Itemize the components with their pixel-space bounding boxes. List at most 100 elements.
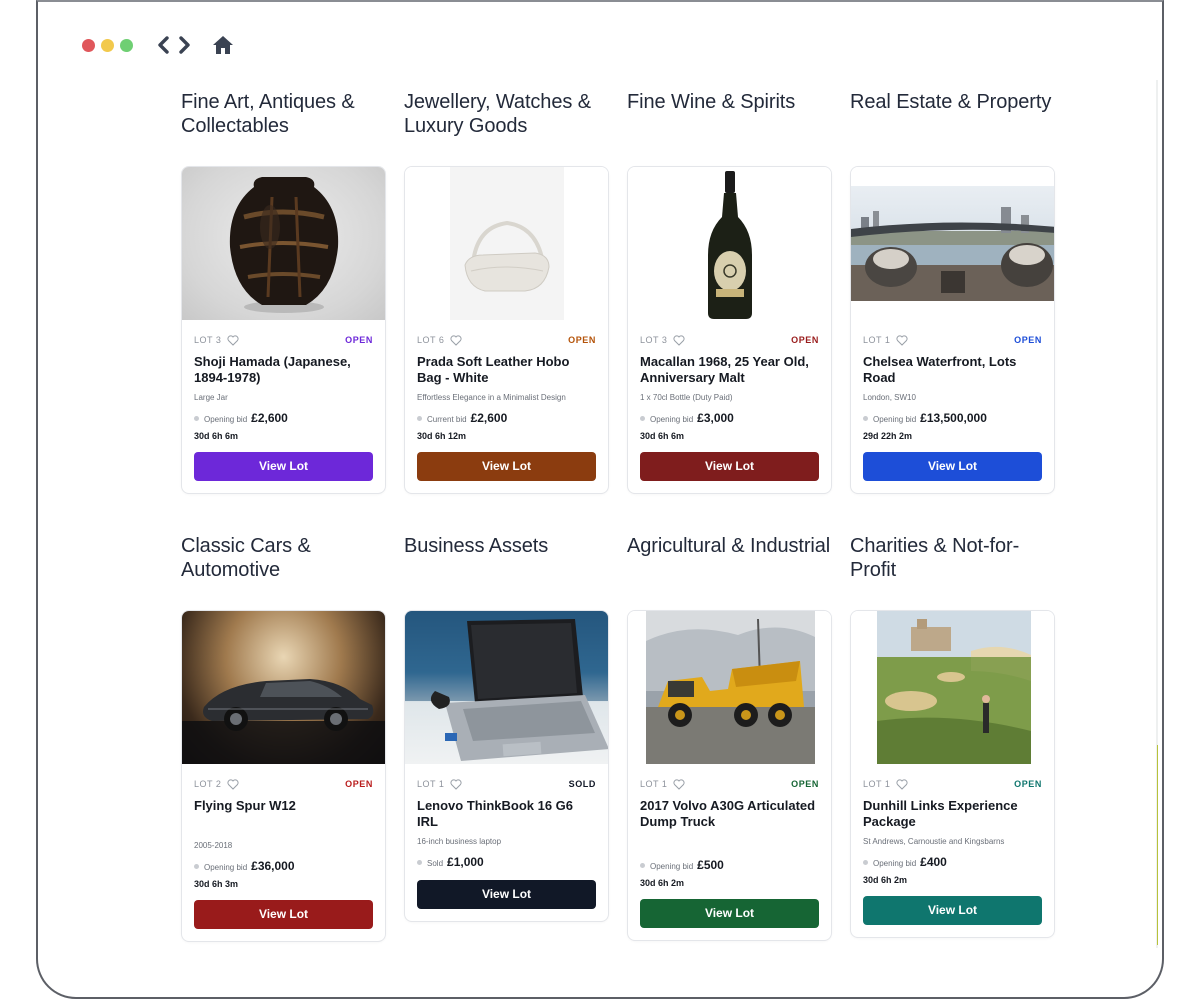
lot-title[interactable]: Chelsea Waterfront, Lots Road — [863, 354, 1042, 386]
heart-icon[interactable] — [896, 778, 908, 790]
lot-card[interactable]: LOT 1 SOLD Lenovo ThinkBook 16 G6 IRL 16… — [404, 610, 609, 922]
category-heading[interactable]: Agricultural & Industrial — [627, 534, 832, 610]
view-lot-button[interactable]: View Lot — [640, 452, 819, 481]
lot-title[interactable]: Flying Spur W12 — [194, 798, 373, 814]
lot-card[interactable]: LOT 2 OPEN Flying Spur W12 2005-2018 Ope… — [181, 610, 386, 942]
bid-label: Opening bid — [650, 415, 694, 424]
lot-title[interactable]: 2017 Volvo A30G Articulated Dump Truck — [640, 798, 819, 830]
view-lot-button[interactable]: View Lot — [863, 452, 1042, 481]
view-lot-button[interactable]: View Lot — [194, 452, 373, 481]
heart-icon[interactable] — [450, 778, 462, 790]
view-lot-button[interactable]: View Lot — [417, 452, 596, 481]
bid-info: Opening bid £2,600 — [194, 411, 373, 425]
lot-number: LOT 1 — [863, 334, 908, 346]
lot-title[interactable]: Macallan 1968, 25 Year Old, Anniversary … — [640, 354, 819, 386]
maximize-window-button[interactable] — [120, 38, 133, 52]
bid-amount: £1,000 — [447, 855, 484, 869]
bid-amount: £400 — [920, 855, 947, 869]
lot-subtitle: 2005-2018 — [194, 841, 233, 850]
heart-icon[interactable] — [673, 334, 685, 346]
back-button[interactable] — [153, 34, 173, 56]
heart-icon[interactable] — [450, 334, 462, 346]
lot-title[interactable]: Prada Soft Leather Hobo Bag - White — [417, 354, 596, 386]
minimize-window-button[interactable] — [101, 38, 114, 52]
bid-info: Opening bid £13,500,000 — [863, 411, 1042, 425]
heart-icon[interactable] — [896, 334, 908, 346]
category-grid: Fine Art, Antiques & Collectables LOT 3 … — [181, 90, 1061, 942]
home-icon — [213, 36, 233, 54]
lot-card[interactable]: LOT 1 OPEN Chelsea Waterfront, Lots Road… — [850, 166, 1055, 494]
time-remaining: 30d 6h 12m — [417, 431, 467, 441]
lot-title[interactable]: Dunhill Links Experience Package — [863, 798, 1042, 830]
category-heading[interactable]: Classic Cars & Automotive — [181, 534, 386, 610]
bid-info: Sold £1,000 — [417, 855, 596, 869]
category-column: Fine Art, Antiques & Collectables LOT 3 … — [181, 90, 386, 494]
lot-image[interactable] — [182, 167, 385, 320]
lot-number: LOT 3 — [194, 334, 239, 346]
category-heading[interactable]: Jewellery, Watches & Luxury Goods — [404, 90, 609, 166]
view-lot-button[interactable]: View Lot — [417, 880, 596, 909]
time-remaining: 30d 6h 3m — [194, 879, 239, 889]
category-column: Business Assets LOT 1 SOLD Lenovo ThinkB… — [404, 534, 609, 942]
bid-amount: £2,600 — [251, 411, 288, 425]
lot-card[interactable]: LOT 1 OPEN Dunhill Links Experience Pack… — [850, 610, 1055, 938]
status-badge: OPEN — [1014, 335, 1042, 345]
category-heading[interactable]: Fine Art, Antiques & Collectables — [181, 90, 386, 166]
lot-image[interactable] — [851, 611, 1054, 764]
category-column: Charities & Not-for-Profit LOT 1 OPEN Du… — [850, 534, 1055, 942]
lot-card[interactable]: LOT 3 OPEN Macallan 1968, 25 Year Old, A… — [627, 166, 832, 494]
status-badge: OPEN — [345, 779, 373, 789]
heart-icon[interactable] — [227, 778, 239, 790]
forward-button[interactable] — [175, 34, 195, 56]
category-heading[interactable]: Business Assets — [404, 534, 609, 610]
bid-info: Opening bid £500 — [640, 858, 819, 872]
bid-amount: £3,000 — [697, 411, 734, 425]
status-badge: OPEN — [568, 335, 596, 345]
lot-subtitle: London, SW10 — [863, 393, 916, 402]
bid-label: Opening bid — [204, 415, 248, 424]
bid-info: Opening bid £36,000 — [194, 859, 373, 873]
lot-image[interactable] — [851, 167, 1054, 320]
bid-label: Opening bid — [650, 862, 694, 871]
lot-card[interactable]: LOT 1 OPEN 2017 Volvo A30G Articulated D… — [627, 610, 832, 941]
lot-number: LOT 3 — [640, 334, 685, 346]
category-heading[interactable]: Real Estate & Property — [850, 90, 1055, 166]
bid-amount: £500 — [697, 858, 724, 872]
status-badge: SOLD — [568, 779, 596, 789]
category-column: Jewellery, Watches & Luxury Goods LOT 6 — [404, 90, 609, 494]
category-column: Agricultural & Industrial LOT 1 OPEN 201… — [627, 534, 832, 942]
chevron-right-icon — [179, 36, 190, 54]
category-column: Classic Cars & Automotive LOT 2 OPEN Fly… — [181, 534, 386, 942]
chevron-left-icon — [158, 36, 169, 54]
lot-subtitle: Effortless Elegance in a Minimalist Desi… — [417, 393, 566, 402]
bid-label: Opening bid — [204, 863, 248, 872]
lot-title[interactable]: Lenovo ThinkBook 16 G6 IRL — [417, 798, 596, 830]
lot-subtitle: 1 x 70cl Bottle (Duty Paid) — [640, 393, 733, 402]
lot-card[interactable]: LOT 6 OPEN Prada Soft Leather Hobo Bag -… — [404, 166, 609, 494]
close-window-button[interactable] — [82, 38, 95, 52]
lot-card[interactable]: LOT 3 OPEN Shoji Hamada (Japanese, 1894-… — [181, 166, 386, 494]
lot-image[interactable] — [628, 611, 831, 764]
status-badge: OPEN — [1014, 779, 1042, 789]
heart-icon[interactable] — [673, 778, 685, 790]
heart-icon[interactable] — [227, 334, 239, 346]
lot-image[interactable] — [628, 167, 831, 320]
category-heading[interactable]: Fine Wine & Spirits — [627, 90, 832, 166]
lot-title[interactable]: Shoji Hamada (Japanese, 1894-1978) — [194, 354, 373, 386]
home-button[interactable] — [211, 33, 235, 57]
view-lot-button[interactable]: View Lot — [640, 899, 819, 928]
bid-info: Opening bid £3,000 — [640, 411, 819, 425]
view-lot-button[interactable]: View Lot — [863, 896, 1042, 925]
view-lot-button[interactable]: View Lot — [194, 900, 373, 929]
lot-image[interactable] — [405, 611, 608, 764]
time-remaining: 30d 6h 6m — [194, 431, 239, 441]
category-column: Real Estate & Property LOT 1 OPEN Chelse… — [850, 90, 1055, 494]
lot-image[interactable] — [182, 611, 385, 764]
lot-image[interactable] — [405, 167, 608, 320]
scrollbar-thumb[interactable] — [1157, 745, 1158, 945]
status-badge: OPEN — [791, 335, 819, 345]
lot-subtitle: 16-inch business laptop — [417, 837, 502, 846]
lot-subtitle: St Andrews, Carnoustie and Kingsbarns — [863, 837, 1005, 846]
category-heading[interactable]: Charities & Not-for-Profit — [850, 534, 1055, 610]
bid-label: Opening bid — [873, 859, 917, 868]
